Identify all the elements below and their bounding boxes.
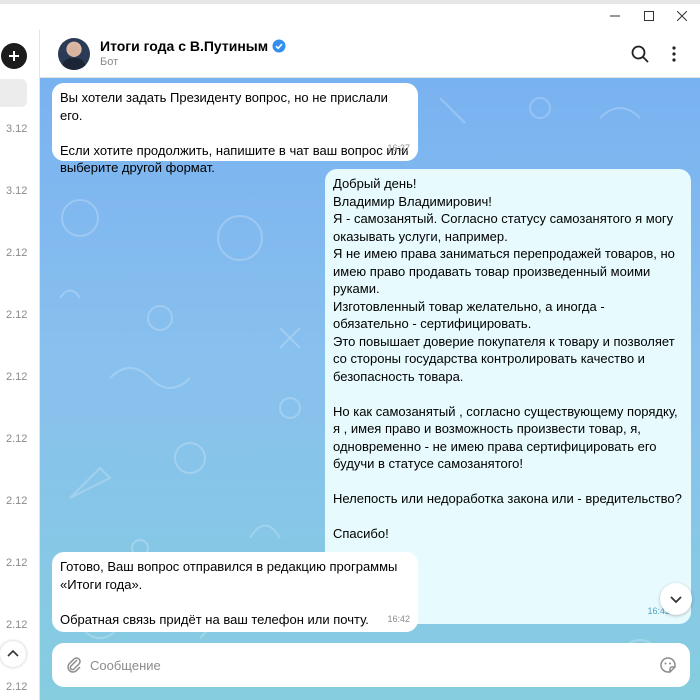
message-composer xyxy=(52,643,690,687)
chevron-up-icon xyxy=(7,649,19,657)
more-menu-button[interactable] xyxy=(662,42,686,66)
message-text: Вы хотели задать Президенту вопрос, но н… xyxy=(60,90,409,175)
selected-chat-row[interactable] xyxy=(0,79,27,107)
chat-title[interactable]: Итоги года с В.Путиным xyxy=(100,38,286,54)
message-area[interactable]: Вы хотели задать Президенту вопрос, но н… xyxy=(40,78,700,700)
message-time: 16:42 xyxy=(387,613,410,624)
chat-list-date[interactable]: 2.12 xyxy=(6,309,36,321)
message-bubble-incoming[interactable]: Готово, Ваш вопрос отправился в редакцию… xyxy=(52,552,418,632)
close-icon xyxy=(677,11,687,21)
close-button[interactable] xyxy=(667,6,697,26)
chat-list-date[interactable]: 2.12 xyxy=(6,433,36,445)
chevron-down-icon xyxy=(670,596,682,604)
message-time: 16:37 xyxy=(387,142,410,153)
avatar[interactable] xyxy=(58,38,90,70)
titlebar-top-border xyxy=(0,0,700,4)
chat-list-date[interactable]: 2.12 xyxy=(6,619,36,631)
maximize-button[interactable] xyxy=(634,6,664,26)
search-icon xyxy=(631,45,649,63)
message-input[interactable] xyxy=(90,656,630,674)
chat-list-sidebar: 3.12 3.12 2.12 2.12 2.12 2.12 2.12 2.12 … xyxy=(0,30,40,700)
chat-list-date[interactable]: 2.12 xyxy=(6,371,36,383)
message-bubble-incoming[interactable]: Вы хотели задать Президенту вопрос, но н… xyxy=(52,83,418,175)
verified-badge-icon xyxy=(272,39,286,53)
more-vertical-icon xyxy=(672,46,676,62)
plus-icon xyxy=(9,51,19,61)
minimize-icon xyxy=(610,15,620,17)
chat-header: Итоги года с В.Путиным Бот xyxy=(40,30,700,78)
sticker-icon[interactable] xyxy=(658,655,678,675)
chat-list-date[interactable]: 2.12 xyxy=(6,557,36,569)
new-chat-button[interactable] xyxy=(1,43,27,69)
chat-list-date[interactable]: 2.12 xyxy=(6,495,36,507)
paperclip-icon[interactable] xyxy=(64,655,84,675)
window-titlebar xyxy=(0,0,700,30)
scroll-to-bottom-button[interactable] xyxy=(660,583,692,615)
chat-status: Бот xyxy=(100,56,119,68)
chat-list-date[interactable]: 3.12 xyxy=(6,185,36,197)
chat-title-text: Итоги года с В.Путиным xyxy=(100,38,269,54)
minimize-button[interactable] xyxy=(600,6,630,26)
message-text: Добрый день! Владимир Владимирович! Я - … xyxy=(333,176,682,541)
scroll-up-button[interactable] xyxy=(0,641,26,667)
message-text: Готово, Ваш вопрос отправился в редакцию… xyxy=(60,559,398,627)
maximize-icon xyxy=(644,11,654,21)
search-button[interactable] xyxy=(628,42,652,66)
chat-list-date[interactable]: 2.12 xyxy=(6,247,36,259)
chat-list-date[interactable]: 2.12 xyxy=(6,681,36,693)
chat-list-date[interactable]: 3.12 xyxy=(6,123,36,135)
